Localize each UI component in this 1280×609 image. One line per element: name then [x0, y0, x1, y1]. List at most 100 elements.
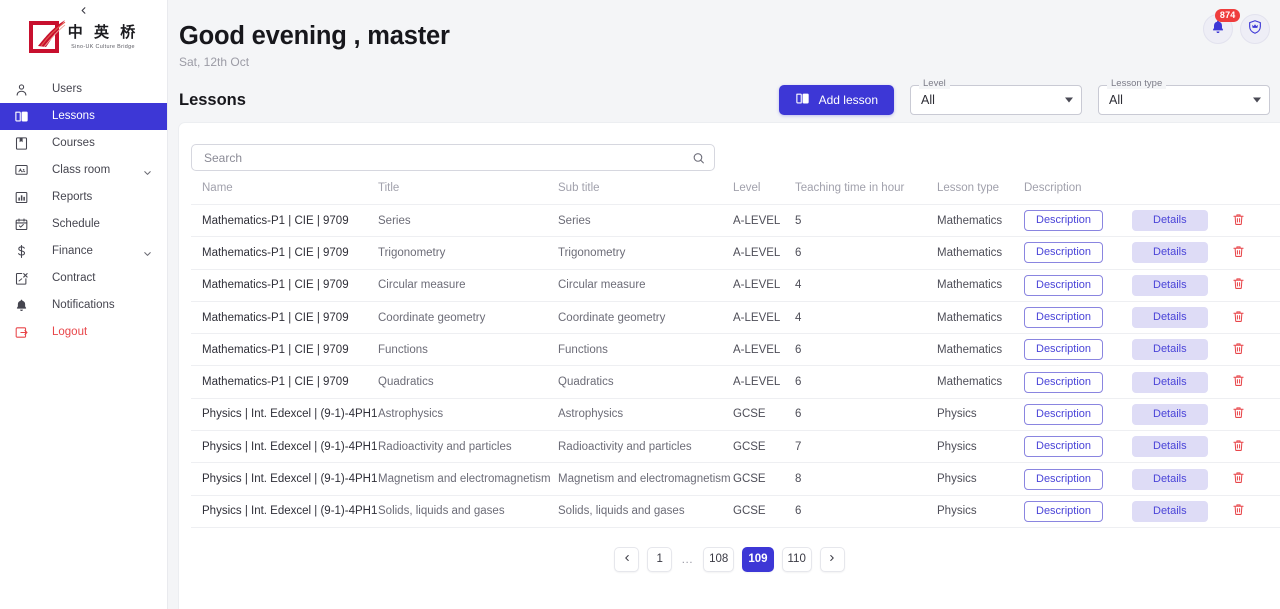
user-icon [14, 81, 34, 99]
sidebar: 中 英 桥 Sino-UK Culture Bridge Users Lesso… [0, 0, 168, 609]
chevron-down-icon [1253, 97, 1261, 103]
delete-button[interactable] [1232, 374, 1245, 390]
sidebar-item-contract[interactable]: Contract [0, 265, 167, 292]
pagination-next-button[interactable] [819, 546, 845, 572]
sidebar-item-notifications[interactable]: Notifications [0, 292, 167, 319]
details-button[interactable]: Details [1132, 307, 1208, 329]
details-button[interactable]: Details [1132, 274, 1208, 296]
account-button[interactable] [1240, 14, 1270, 44]
cell-teaching-time: 6 [795, 236, 937, 270]
sidebar-item-users[interactable]: Users [0, 76, 167, 103]
details-button[interactable]: Details [1132, 468, 1208, 490]
column-header-actions [1132, 182, 1280, 205]
delete-button[interactable] [1232, 439, 1245, 455]
delete-button[interactable] [1232, 503, 1245, 519]
sidebar-item-logout[interactable]: Logout [0, 319, 167, 346]
sidebar-item-courses[interactable]: Courses [0, 130, 167, 157]
chevron-down-icon[interactable] [142, 246, 153, 257]
description-button[interactable]: Description [1024, 307, 1104, 329]
table-header-row: Name Title Sub title Level Teaching time… [191, 182, 1280, 205]
sidebar-item-label: Schedule [52, 217, 100, 230]
cell-lesson-type: Mathematics [937, 269, 1024, 302]
pagination-prev-button[interactable] [614, 546, 640, 572]
delete-button[interactable] [1232, 406, 1245, 422]
delete-button[interactable] [1232, 342, 1245, 358]
details-button[interactable]: Details [1132, 339, 1208, 361]
cell-lesson-type: Physics [937, 495, 1024, 528]
pagination-page-1[interactable]: 1 [647, 546, 673, 572]
delete-button[interactable] [1232, 245, 1245, 261]
details-button[interactable]: Details [1132, 371, 1208, 393]
cell-description: Description [1024, 333, 1132, 367]
description-button[interactable]: Description [1024, 371, 1104, 393]
sidebar-item-lessons[interactable]: Lessons [0, 103, 167, 130]
app-root: 中 英 桥 Sino-UK Culture Bridge Users Lesso… [0, 0, 1280, 609]
sidebar-item-finance[interactable]: Finance [0, 238, 167, 265]
cell-subtitle: Radioactivity and particles [558, 430, 733, 464]
trash-icon [1232, 439, 1245, 455]
lesson-type-filter-select[interactable]: All [1098, 85, 1270, 115]
delete-button[interactable] [1232, 471, 1245, 487]
chevron-down-icon [1065, 97, 1073, 103]
search-input[interactable] [191, 144, 715, 171]
search-box [191, 144, 715, 171]
pagination: 1 … 108 109 110 [191, 546, 1268, 572]
pagination-page-109[interactable]: 109 [742, 546, 774, 572]
description-button[interactable]: Description [1024, 210, 1104, 232]
delete-button[interactable] [1232, 310, 1245, 326]
cell-lesson-type: Mathematics [937, 204, 1024, 238]
description-button[interactable]: Description [1024, 468, 1104, 490]
sidebar-item-schedule[interactable]: Schedule [0, 211, 167, 238]
search-icon[interactable] [692, 151, 705, 164]
cell-title: Quadratics [378, 365, 558, 399]
notifications-button[interactable]: 874 [1203, 9, 1240, 44]
cell-name: Mathematics-P1 | CIE | 9709 [191, 365, 378, 399]
sidebar-nav: Users Lessons Courses Class room Reports… [0, 76, 167, 346]
pagination-page-108[interactable]: 108 [703, 546, 735, 572]
logo-mark-icon [28, 20, 66, 54]
cell-subtitle: Trigonometry [558, 236, 733, 270]
logo-chinese-text: 中 英 桥 [67, 23, 139, 42]
details-button[interactable]: Details [1132, 500, 1208, 522]
description-button[interactable]: Description [1024, 274, 1104, 296]
description-button[interactable]: Description [1024, 500, 1104, 522]
contract-edit-icon [14, 270, 34, 288]
sidebar-collapse-button[interactable] [72, 2, 94, 22]
details-button[interactable]: Details [1132, 436, 1208, 458]
description-button[interactable]: Description [1024, 403, 1104, 425]
page-toolbar: Lessons Add lesson Level All Lesson type… [168, 78, 1280, 122]
lesson-type-filter-label: Lesson type [1107, 79, 1167, 89]
chevron-left-icon [78, 3, 89, 21]
description-button[interactable]: Description [1024, 242, 1104, 264]
column-header-title: Title [378, 182, 558, 205]
cell-teaching-time: 8 [795, 462, 937, 496]
details-button[interactable]: Details [1132, 403, 1208, 425]
add-lesson-button[interactable]: Add lesson [778, 85, 894, 115]
table-row: Physics | Int. Edexcel | (9-1)-4PH1 Astro… [191, 398, 1280, 432]
details-button[interactable]: Details [1132, 242, 1208, 264]
sidebar-item-class-room[interactable]: Class room [0, 157, 167, 184]
table-row: Physics | Int. Edexcel | (9-1)-4PH1 Solid… [191, 495, 1280, 528]
delete-button[interactable] [1232, 213, 1245, 229]
cell-description: Description [1024, 495, 1132, 528]
cell-description: Description [1024, 430, 1132, 464]
pagination-page-110[interactable]: 110 [781, 546, 812, 572]
cell-name: Mathematics-P1 | CIE | 9709 [191, 204, 378, 238]
level-filter-select[interactable]: All [910, 85, 1082, 115]
cell-actions: Details [1132, 236, 1280, 270]
cell-description: Description [1024, 462, 1132, 496]
dollar-icon [14, 243, 34, 261]
level-filter[interactable]: Level All [910, 79, 1082, 115]
delete-button[interactable] [1232, 277, 1245, 293]
sidebar-item-reports[interactable]: Reports [0, 184, 167, 211]
description-button[interactable]: Description [1024, 339, 1104, 361]
cell-level: GCSE [733, 462, 795, 496]
chevron-down-icon[interactable] [142, 165, 153, 176]
table-row: Mathematics-P1 | CIE | 9709 Coordinate ge… [191, 301, 1280, 335]
cell-lesson-type: Mathematics [937, 236, 1024, 270]
details-button[interactable]: Details [1132, 210, 1208, 232]
description-button[interactable]: Description [1024, 436, 1104, 458]
lesson-type-filter[interactable]: Lesson type All [1098, 79, 1270, 115]
cell-teaching-time: 6 [795, 333, 937, 367]
main-content: Good evening , master Sat, 12th Oct 874 [168, 0, 1280, 609]
